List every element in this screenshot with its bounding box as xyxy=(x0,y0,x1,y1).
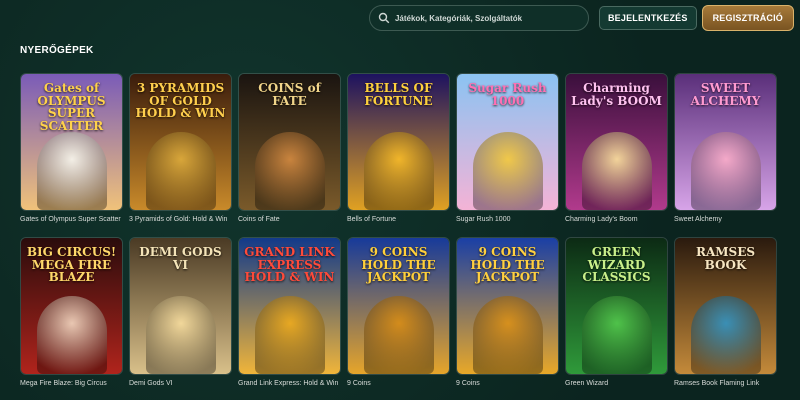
game-logo: 9 COINS HOLD THE JACKPOT xyxy=(361,245,436,285)
game-character-art xyxy=(472,296,543,374)
game-logo: GREEN WIZARD CLASSICS xyxy=(582,245,651,285)
game-logo: COINS of FATE xyxy=(258,81,321,108)
game-logo: 3 PYRAMIDS OF GOLD HOLD & WIN xyxy=(135,81,226,121)
game-character-art xyxy=(363,296,434,374)
game-title[interactable]: Ramses Book Flaming Link xyxy=(674,380,777,387)
game-title[interactable]: Demi Gods VI xyxy=(129,380,232,387)
game-thumbnail[interactable]: RAMSES BOOK xyxy=(674,237,777,375)
game-title[interactable]: 9 Coins xyxy=(347,380,450,387)
game-title[interactable]: Gates of Olympus Super Scatter xyxy=(20,216,123,223)
game-tile[interactable]: SWEET ALCHEMY Sweet Alchemy xyxy=(674,73,777,225)
game-logo: SWEET ALCHEMY xyxy=(690,81,761,108)
game-tile[interactable]: Sugar Rush 1000 Sugar Rush 1000 xyxy=(456,73,559,225)
game-title[interactable]: Sugar Rush 1000 xyxy=(456,216,559,223)
game-tile[interactable]: BIG CIRCUS! MEGA FIRE BLAZE Mega Fire Bla… xyxy=(20,237,123,389)
game-character-art xyxy=(254,132,325,210)
game-title[interactable]: 9 Coins xyxy=(456,380,559,387)
game-thumbnail[interactable]: COINS of FATE xyxy=(238,73,341,211)
game-thumbnail[interactable]: GREEN WIZARD CLASSICS xyxy=(565,237,668,375)
game-character-art xyxy=(581,296,652,374)
game-thumbnail[interactable]: Gates of OLYMPUS SUPER SCATTER xyxy=(20,73,123,211)
game-character-art xyxy=(690,132,761,210)
game-title[interactable]: Coins of Fate xyxy=(238,216,341,223)
game-character-art xyxy=(690,296,761,374)
game-grid: Gates of OLYMPUS SUPER SCATTER Gates of O… xyxy=(20,73,800,389)
game-thumbnail[interactable]: DEMI GODS VI xyxy=(129,237,232,375)
register-button[interactable]: REGISZTRÁCIÓ xyxy=(701,5,794,31)
game-tile[interactable]: 3 PYRAMIDS OF GOLD HOLD & WIN 3 Pyramids … xyxy=(129,73,232,225)
game-character-art xyxy=(36,132,107,210)
game-title[interactable]: Sweet Alchemy xyxy=(674,216,777,223)
game-tile[interactable]: GRAND LINK EXPRESS HOLD & WIN Grand Link … xyxy=(238,237,341,389)
search-box[interactable] xyxy=(368,5,589,31)
login-button[interactable]: BEJELENTKEZÉS xyxy=(598,6,697,30)
game-thumbnail[interactable]: 3 PYRAMIDS OF GOLD HOLD & WIN xyxy=(129,73,232,211)
game-character-art xyxy=(254,296,325,374)
game-logo: GRAND LINK EXPRESS HOLD & WIN xyxy=(244,245,335,285)
search-input[interactable] xyxy=(394,13,575,23)
game-tile[interactable]: Gates of OLYMPUS SUPER SCATTER Gates of O… xyxy=(20,73,123,225)
game-logo: Gates of OLYMPUS SUPER SCATTER xyxy=(37,81,106,133)
game-thumbnail[interactable]: Charming Lady's BOOM xyxy=(565,73,668,211)
game-character-art xyxy=(363,132,434,210)
game-tile[interactable]: Charming Lady's BOOM Charming Lady's Boom xyxy=(565,73,668,225)
game-thumbnail[interactable]: Sugar Rush 1000 xyxy=(456,73,559,211)
game-tile[interactable]: 9 COINS HOLD THE JACKPOT 9 Coins xyxy=(347,237,450,389)
game-logo: Sugar Rush 1000 xyxy=(468,81,547,108)
game-title[interactable]: Grand Link Express: Hold & Win xyxy=(238,380,341,387)
game-logo: RAMSES BOOK xyxy=(695,245,756,272)
game-tile[interactable]: 9 COINS HOLD THE JACKPOT 9 Coins xyxy=(456,237,559,389)
section-title: NYERŐGÉPEK xyxy=(20,45,94,56)
game-character-art xyxy=(145,296,216,374)
game-title[interactable]: Charming Lady's Boom xyxy=(565,216,668,223)
game-title[interactable]: Green Wizard xyxy=(565,380,668,387)
game-tile[interactable]: RAMSES BOOK Ramses Book Flaming Link xyxy=(674,237,777,389)
game-logo: Charming Lady's BOOM xyxy=(571,81,662,108)
game-title[interactable]: Mega Fire Blaze: Big Circus xyxy=(20,380,123,387)
game-tile[interactable]: BELLS OF FORTUNE Bells of Fortune xyxy=(347,73,450,225)
game-thumbnail[interactable]: 9 COINS HOLD THE JACKPOT xyxy=(347,237,450,375)
game-character-art xyxy=(472,132,543,210)
game-thumbnail[interactable]: SWEET ALCHEMY xyxy=(674,73,777,211)
game-tile[interactable]: DEMI GODS VI Demi Gods VI xyxy=(129,237,232,389)
game-thumbnail[interactable]: BIG CIRCUS! MEGA FIRE BLAZE xyxy=(20,237,123,375)
game-character-art xyxy=(36,296,107,374)
game-title[interactable]: Bells of Fortune xyxy=(347,216,450,223)
top-bar: BEJELENTKEZÉS REGISZTRÁCIÓ xyxy=(0,0,800,36)
search-icon xyxy=(378,12,390,24)
game-tile[interactable]: COINS of FATE Coins of Fate xyxy=(238,73,341,225)
game-character-art xyxy=(145,132,216,210)
game-logo: 9 COINS HOLD THE JACKPOT xyxy=(470,245,545,285)
game-logo: BIG CIRCUS! MEGA FIRE BLAZE xyxy=(26,245,117,285)
game-logo: BELLS OF FORTUNE xyxy=(364,81,433,108)
game-character-art xyxy=(581,132,652,210)
game-thumbnail[interactable]: 9 COINS HOLD THE JACKPOT xyxy=(456,237,559,375)
game-logo: DEMI GODS VI xyxy=(139,245,222,272)
game-thumbnail[interactable]: BELLS OF FORTUNE xyxy=(347,73,450,211)
game-tile[interactable]: GREEN WIZARD CLASSICS Green Wizard xyxy=(565,237,668,389)
game-thumbnail[interactable]: GRAND LINK EXPRESS HOLD & WIN xyxy=(238,237,341,375)
game-title[interactable]: 3 Pyramids of Gold: Hold & Win xyxy=(129,216,232,223)
